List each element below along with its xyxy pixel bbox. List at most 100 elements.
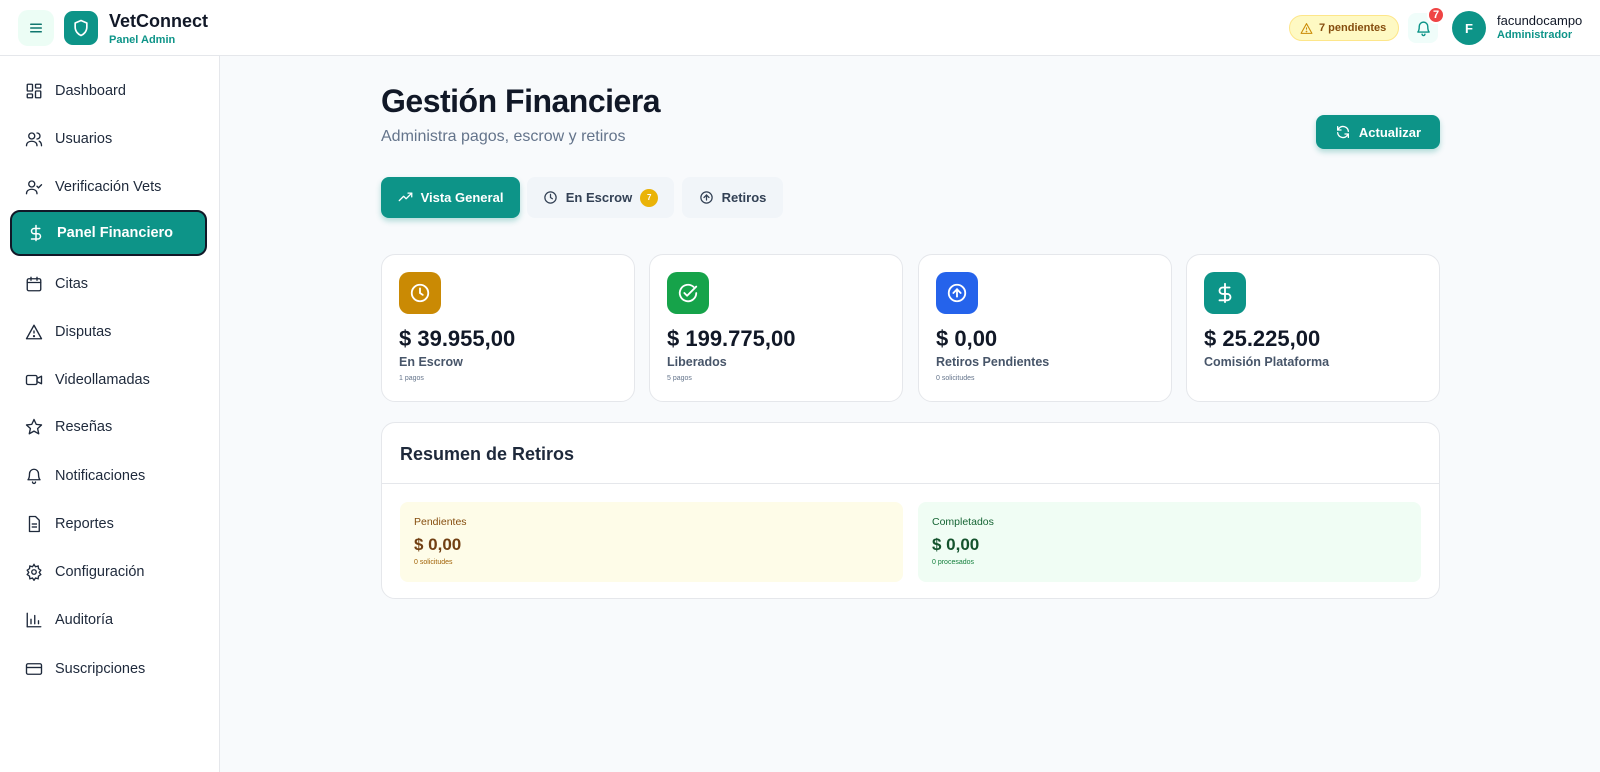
resumen-title: Resumen de Retiros xyxy=(400,444,575,464)
stat-value: $ 0,00 xyxy=(936,326,998,351)
dollar-icon xyxy=(27,224,45,242)
sidebar-item-resenas[interactable]: Reseñas xyxy=(10,404,207,449)
sidebar-item-label: Auditoría xyxy=(55,611,114,628)
pendientes-value: $ 0,00 xyxy=(414,535,462,554)
divider xyxy=(382,483,1439,484)
tab-label: En Escrow xyxy=(565,190,633,205)
calendar-icon xyxy=(25,275,43,293)
sidebar-item-label: Citas xyxy=(55,275,89,292)
resumen-retiros-card: Resumen de Retiros Pendientes $ 0,00 0 s… xyxy=(381,422,1440,599)
sidebar-item-label: Panel Financiero xyxy=(57,225,174,241)
top-header: VetConnect Panel Admin 7 pendientes 7 F … xyxy=(0,0,1600,56)
sidebar-item-configuracion[interactable]: Configuración xyxy=(10,549,207,594)
sidebar-item-label: Usuarios xyxy=(55,130,113,147)
sidebar-item-label: Dashboard xyxy=(55,82,126,99)
sidebar-item-auditoria[interactable]: Auditoría xyxy=(10,597,207,642)
pending-label: 7 pendientes xyxy=(1319,22,1387,34)
sidebar-item-label: Notificaciones xyxy=(55,467,146,484)
sidebar-item-panel-financiero[interactable]: Panel Financiero xyxy=(10,210,207,256)
escrow-count-badge: 7 xyxy=(640,188,659,207)
tab-label: Retiros xyxy=(721,190,767,205)
check-circle-icon xyxy=(667,272,709,314)
refresh-label: Actualizar xyxy=(1358,124,1422,140)
arrow-up-circle-icon xyxy=(936,272,978,314)
stat-label: En Escrow xyxy=(399,355,463,369)
shield-icon xyxy=(74,19,88,37)
bell-icon xyxy=(1416,20,1430,36)
sidebar-item-label: Configuración xyxy=(55,563,145,580)
completados-label: Completados xyxy=(932,516,994,528)
stat-card-retiros-pendientes: $ 0,00 Retiros Pendientes 0 solicitudes xyxy=(918,254,1172,402)
completados-note: 0 procesados xyxy=(932,559,975,566)
sidebar-item-usuarios[interactable]: Usuarios xyxy=(10,116,207,161)
bar-chart-icon xyxy=(25,611,43,629)
sidebar-item-label: Suscripciones xyxy=(55,660,146,677)
sidebar: Dashboard Usuarios Verificación Vets Pan… xyxy=(0,56,220,772)
stat-value: $ 25.225,00 xyxy=(1204,326,1321,351)
sidebar-item-videollamadas[interactable]: Videollamadas xyxy=(10,357,207,402)
page-subtitle: Administra pagos, escrow y retiros xyxy=(381,128,626,145)
brand-subtitle: Panel Admin xyxy=(109,34,176,46)
pendientes-box: Pendientes $ 0,00 0 solicitudes xyxy=(400,502,903,582)
avatar[interactable]: F xyxy=(1452,11,1486,45)
user-check-icon xyxy=(25,178,43,196)
sidebar-item-suscripciones[interactable]: Suscripciones xyxy=(10,646,207,691)
sidebar-item-label: Verificación Vets xyxy=(55,178,162,195)
user-role: Administrador xyxy=(1497,29,1573,41)
tab-en-escrow[interactable]: En Escrow 7 xyxy=(527,177,674,218)
file-text-icon xyxy=(25,515,43,533)
clock-icon xyxy=(399,272,441,314)
trending-up-icon xyxy=(398,192,412,202)
stat-label: Comisión Plataforma xyxy=(1204,355,1330,369)
stat-sub: 5 pagos xyxy=(667,375,692,382)
sidebar-item-dashboard[interactable]: Dashboard xyxy=(10,68,207,113)
pendientes-label: Pendientes xyxy=(414,516,467,528)
pending-badge[interactable]: 7 pendientes xyxy=(1289,15,1400,41)
stat-value: $ 39.955,00 xyxy=(399,326,516,351)
video-icon xyxy=(25,371,43,389)
warning-icon xyxy=(1300,22,1313,34)
stat-label: Liberados xyxy=(667,355,727,369)
credit-card-icon xyxy=(25,660,43,678)
completados-box: Completados $ 0,00 0 procesados xyxy=(918,502,1421,582)
sidebar-item-label: Reseñas xyxy=(55,418,113,435)
stat-card-liberados: $ 199.775,00 Liberados 5 pagos xyxy=(649,254,903,402)
brand-title: VetConnect xyxy=(109,11,209,31)
users-icon xyxy=(25,130,43,148)
clock-icon xyxy=(544,191,557,204)
stat-card-en-escrow: $ 39.955,00 En Escrow 1 pagos xyxy=(381,254,635,402)
user-name: facundocampo xyxy=(1497,13,1583,28)
gear-icon xyxy=(25,562,43,581)
stat-value: $ 199.775,00 xyxy=(667,326,796,351)
stat-sub: 1 pagos xyxy=(399,375,424,382)
menu-toggle-button[interactable] xyxy=(18,10,54,46)
page-title: Gestión Financiera xyxy=(381,83,661,119)
refresh-button[interactable]: Actualizar xyxy=(1316,115,1440,149)
arrow-up-circle-icon xyxy=(699,191,713,204)
completados-value: $ 0,00 xyxy=(932,535,980,554)
sidebar-item-reportes[interactable]: Reportes xyxy=(10,501,207,546)
stat-card-comision-plataforma: $ 25.225,00 Comisión Plataforma xyxy=(1186,254,1440,402)
tab-retiros[interactable]: Retiros xyxy=(682,177,783,218)
stat-sub: 0 solicitudes xyxy=(936,375,975,382)
notification-count-badge: 7 xyxy=(1427,6,1445,24)
star-icon xyxy=(25,418,43,436)
brand-logo xyxy=(64,11,98,45)
bell-icon xyxy=(25,467,43,485)
sidebar-item-citas[interactable]: Citas xyxy=(10,261,207,306)
dollar-icon xyxy=(1204,272,1246,314)
stat-label: Retiros Pendientes xyxy=(936,355,1050,369)
dashboard-icon xyxy=(25,82,43,100)
tab-label: Vista General xyxy=(420,190,504,205)
refresh-icon xyxy=(1336,125,1349,139)
menu-icon xyxy=(30,23,42,33)
alert-triangle-icon xyxy=(25,323,43,341)
sidebar-item-label: Videollamadas xyxy=(55,371,150,388)
tab-vista-general[interactable]: Vista General xyxy=(381,177,520,218)
sidebar-item-label: Disputas xyxy=(55,323,112,340)
sidebar-item-notificaciones[interactable]: Notificaciones xyxy=(10,453,207,498)
sidebar-item-verificacion-vets[interactable]: Verificación Vets xyxy=(10,164,207,209)
sidebar-item-label: Reportes xyxy=(55,515,114,532)
pendientes-note: 0 solicitudes xyxy=(414,559,453,566)
sidebar-item-disputas[interactable]: Disputas xyxy=(10,309,207,354)
